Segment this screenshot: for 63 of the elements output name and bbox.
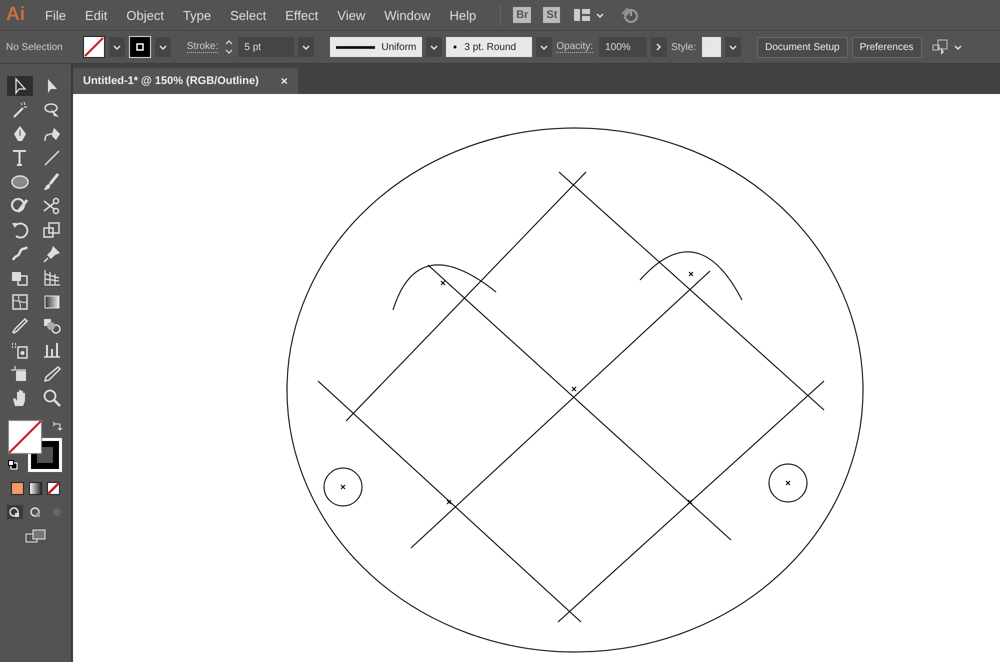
perspective-grid-icon [42,268,62,288]
rotate-icon [10,220,30,240]
chevron-icon [112,42,122,52]
screen-mode-icon[interactable] [25,529,46,543]
menu-item[interactable]: Window [384,8,430,22]
dot-icon [452,43,458,51]
menu-item[interactable]: View [337,8,366,22]
brush-dropdown[interactable]: 3 pt. Round [446,37,532,57]
chevron-icon [595,10,606,20]
app-logo: Ai [6,4,25,26]
workspace-icon[interactable] [574,8,592,22]
swap-icon [52,420,62,431]
chevron-icon [952,42,963,52]
stroke-weight-field[interactable]: 5 pt [238,37,294,57]
opacity-label[interactable]: Opacity: [556,41,594,53]
chevron-icon [539,42,550,52]
fill-swatch[interactable] [82,36,105,58]
none-slash-icon [84,37,104,57]
blend-icon [42,316,62,336]
menu-item[interactable]: Edit [84,8,108,22]
selection-status: No Selection [6,42,63,52]
chevron-icon [301,42,312,52]
zoom-icon [42,388,62,408]
stroke-swatch[interactable] [128,36,151,58]
pencil-icon [42,364,62,384]
stepper-icon[interactable] [224,39,234,55]
paintbrush-icon [42,172,62,192]
app-button[interactable]: Br [513,7,532,23]
style-swatch[interactable] [702,37,722,57]
line-icon [42,148,62,168]
bar-graph-icon [42,340,62,360]
draw-normal-icon [6,505,22,519]
menu-item[interactable]: Effect [285,8,318,22]
eyedropper-icon [10,316,30,336]
fill-swatch-icon [8,420,42,454]
profile-dropdown[interactable]: Uniform [330,37,422,57]
chevron-icon [429,42,440,52]
default-colors-icon [8,460,18,470]
chevron-icon [158,42,168,52]
menu-item[interactable]: Help [449,8,476,22]
scissors-icon [42,196,62,216]
close-button[interactable]: × [280,74,288,88]
opacity-field[interactable]: 100% [599,37,648,57]
square-icon [134,42,145,52]
style-label: Style: [671,42,696,52]
pushpin-icon [42,244,62,264]
document-tab[interactable]: Untitled-1* @ 150% (RGB/Outline) × [73,68,298,94]
arrange-icon[interactable] [932,38,949,56]
color-icon [11,482,24,495]
gradient-swatch-icon [29,482,42,495]
stroke-label[interactable]: Stroke: [186,41,218,53]
mesh-icon [10,292,30,312]
tool-button[interactable] [6,76,32,96]
menu-item[interactable]: Type [182,8,212,22]
app-button[interactable]: St [543,7,560,23]
menu-item[interactable]: Object [126,8,164,22]
toolbar-button[interactable]: Document Setup [757,36,848,58]
toolbar-button[interactable]: Preferences [852,36,922,58]
chevron-icon [728,42,738,52]
scale-icon [42,220,62,240]
menu-item[interactable]: File [45,8,66,22]
menu-item[interactable]: Select [230,8,266,22]
none-icon [47,482,60,495]
